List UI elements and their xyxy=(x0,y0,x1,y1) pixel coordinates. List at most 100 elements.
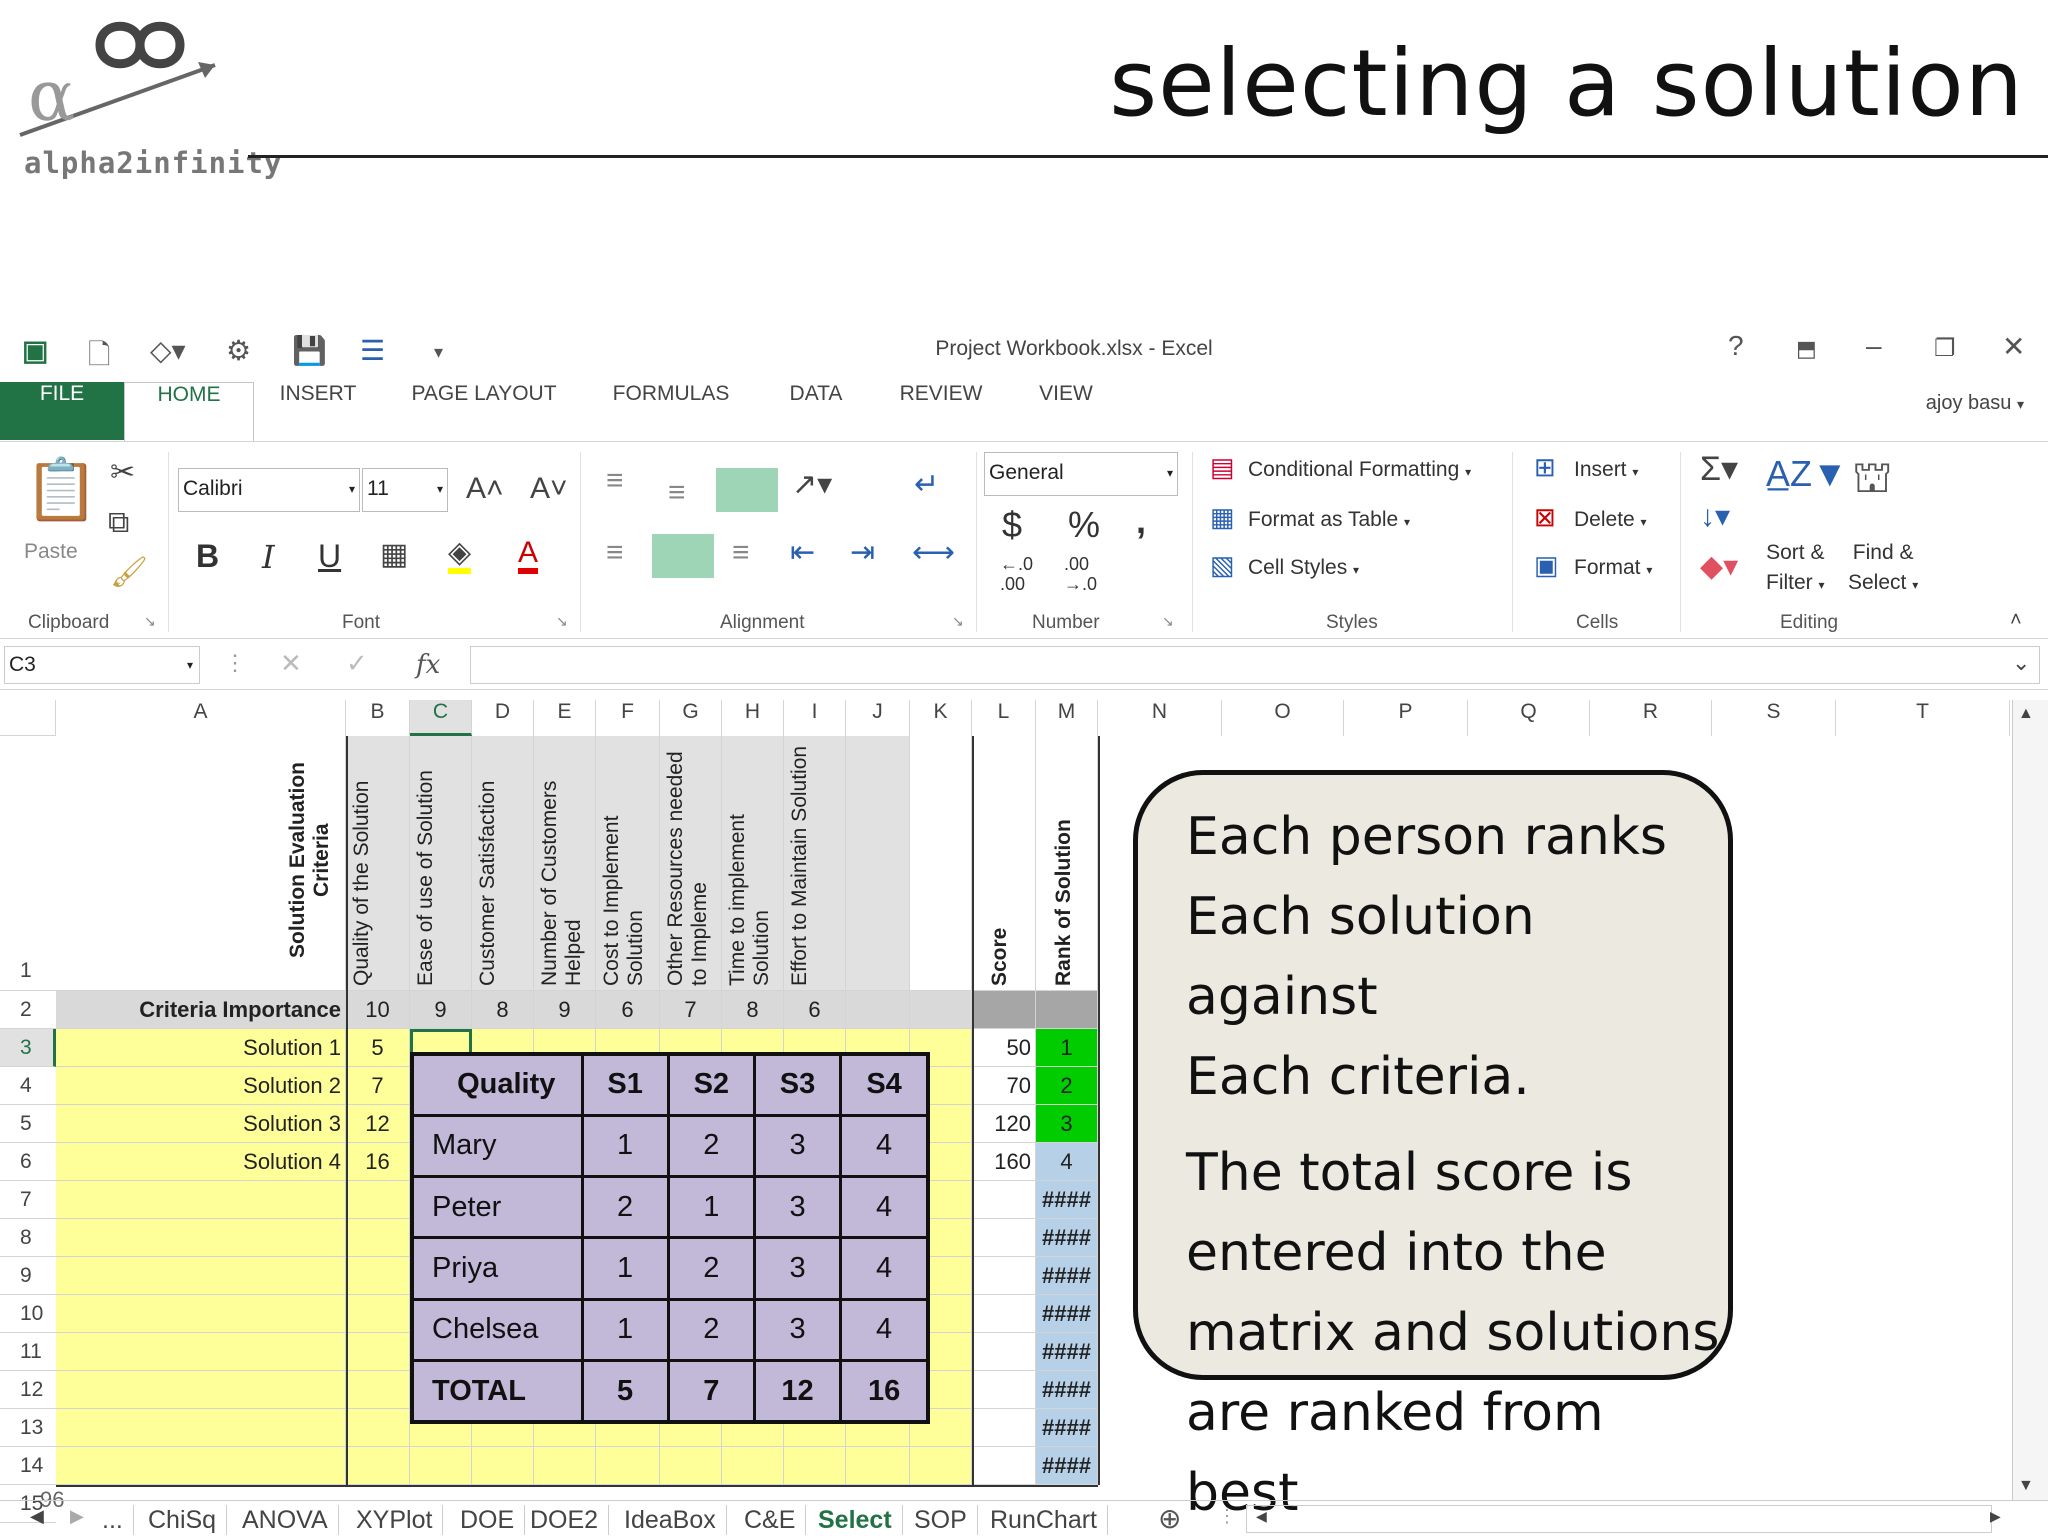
number-format-select[interactable]: General ▾ xyxy=(984,452,1178,496)
cell-k1[interactable] xyxy=(910,736,972,991)
solution-rank[interactable]: 1 xyxy=(1036,1029,1098,1067)
ribbon-display-icon[interactable]: ⬒ xyxy=(1796,336,1817,362)
importance-value[interactable]: 10 xyxy=(346,991,410,1029)
align-left-icon[interactable]: ≡ xyxy=(606,538,624,568)
close-icon[interactable]: ✕ xyxy=(2002,330,2025,363)
cell-a7[interactable] xyxy=(56,1181,346,1219)
delete-cells-button[interactable]: Delete ▾ xyxy=(1574,508,1647,532)
criteria-header-1[interactable]: Quality of the Solution xyxy=(346,736,410,991)
solution-quality-value[interactable]: 16 xyxy=(346,1143,410,1181)
cell-b12[interactable] xyxy=(346,1371,410,1409)
sheet-tab-chisq[interactable]: ChiSq xyxy=(138,1505,228,1535)
fill-color-icon[interactable]: ◈ xyxy=(448,538,472,574)
criteria-importance-label[interactable]: Criteria Importance xyxy=(56,991,346,1029)
increase-decimal-button[interactable]: ←.0.00 xyxy=(1000,554,1033,594)
cell-l10[interactable] xyxy=(972,1295,1036,1333)
column-header-j[interactable]: J xyxy=(846,700,910,736)
find-select-button[interactable]: Find & Select ▾ xyxy=(1848,538,1918,600)
cell-b14[interactable] xyxy=(346,1447,410,1485)
paste-label[interactable]: Paste xyxy=(24,540,78,564)
cell-j1[interactable] xyxy=(846,736,910,991)
cell-l7[interactable] xyxy=(972,1181,1036,1219)
font-color-icon[interactable]: A xyxy=(518,538,539,574)
conditional-formatting-button[interactable]: Conditional Formatting ▾ xyxy=(1248,458,1471,482)
row-header-12[interactable]: 12 xyxy=(0,1371,56,1409)
column-header-m[interactable]: M xyxy=(1036,700,1098,736)
rank-overflow-cell[interactable]: #### xyxy=(1036,1181,1098,1219)
sheet-tab-anova[interactable]: ANOVA xyxy=(232,1505,339,1535)
scroll-down-icon[interactable]: ▼ xyxy=(2018,1478,2034,1494)
scroll-right-icon[interactable]: ▶ xyxy=(1990,1509,2001,1523)
expand-formula-bar-icon[interactable]: ⌄ xyxy=(2012,652,2030,674)
column-header-o[interactable]: O xyxy=(1222,700,1344,736)
column-header-s[interactable]: S xyxy=(1712,700,1836,736)
cell-a8[interactable] xyxy=(56,1219,346,1257)
borders-icon[interactable]: ▦ xyxy=(380,540,408,570)
font-name-select[interactable]: Calibri ▾ xyxy=(178,468,360,512)
format-as-table-button[interactable]: Format as Table ▾ xyxy=(1248,508,1410,532)
column-header-f[interactable]: F xyxy=(596,700,660,736)
clipboard-launcher-icon[interactable]: ↘ xyxy=(144,614,156,628)
solution-score[interactable]: 160 xyxy=(972,1143,1036,1181)
importance-value[interactable]: 9 xyxy=(534,991,596,1029)
decrease-decimal-button[interactable]: .00 →.0 xyxy=(1064,554,1097,594)
criteria-header-5[interactable]: Cost to Implement Solution xyxy=(596,736,660,991)
sheet-tab-runchart[interactable]: RunChart xyxy=(980,1505,1108,1535)
row-header-2[interactable]: 2 xyxy=(0,991,56,1029)
sheet-tab-doe[interactable]: DOE xyxy=(450,1505,526,1535)
currency-button[interactable]: $ xyxy=(1002,504,1022,546)
cell-m2[interactable] xyxy=(1036,991,1098,1029)
row-header-3[interactable]: 3 xyxy=(0,1029,56,1067)
column-header-l[interactable]: L xyxy=(972,700,1036,736)
tab-file[interactable]: FILE xyxy=(0,382,124,440)
cell-l11[interactable] xyxy=(972,1333,1036,1371)
cell-a9[interactable] xyxy=(56,1257,346,1295)
cell-a12[interactable] xyxy=(56,1371,346,1409)
solution-label[interactable]: Solution 1 xyxy=(56,1029,346,1067)
importance-value[interactable]: 9 xyxy=(410,991,472,1029)
solution-rank[interactable]: 3 xyxy=(1036,1105,1098,1143)
criteria-header-4[interactable]: Number of Customers Helped xyxy=(534,736,596,991)
row-header-1[interactable]: 1 xyxy=(0,736,56,991)
solution-rank[interactable]: 4 xyxy=(1036,1143,1098,1181)
solution-score[interactable]: 50 xyxy=(972,1029,1036,1067)
font-size-select[interactable]: 11 ▾ xyxy=(362,468,448,512)
more-sheets-button[interactable]: ... xyxy=(92,1505,134,1535)
paste-icon[interactable]: 📋 xyxy=(24,460,99,520)
criteria-header-3[interactable]: Customer Satisfaction xyxy=(472,736,534,991)
user-account[interactable]: ajoy basu ▾ xyxy=(1926,392,2024,415)
importance-value[interactable]: 6 xyxy=(784,991,846,1029)
vertical-scrollbar[interactable] xyxy=(2012,700,2048,1500)
horizontal-scrollbar[interactable] xyxy=(1246,1505,1992,1533)
cell-e14[interactable] xyxy=(534,1447,596,1485)
row-header-6[interactable]: 6 xyxy=(0,1143,56,1181)
solution-quality-value[interactable]: 7 xyxy=(346,1067,410,1105)
rank-overflow-cell[interactable]: #### xyxy=(1036,1333,1098,1371)
row-header-8[interactable]: 8 xyxy=(0,1219,56,1257)
column-header-d[interactable]: D xyxy=(472,700,534,736)
column-header-i[interactable]: I xyxy=(784,700,846,736)
solution-quality-value[interactable]: 5 xyxy=(346,1029,410,1067)
format-painter-icon[interactable]: 🖌 xyxy=(110,558,148,588)
column-header-r[interactable]: R xyxy=(1590,700,1712,736)
row-header-10[interactable]: 10 xyxy=(0,1295,56,1333)
help-icon[interactable]: ? xyxy=(1728,330,1744,362)
column-header-q[interactable]: Q xyxy=(1468,700,1590,736)
row-header-13[interactable]: 13 xyxy=(0,1409,56,1447)
number-launcher-icon[interactable]: ↘ xyxy=(1162,614,1174,628)
column-header-e[interactable]: E xyxy=(534,700,596,736)
column-header-p[interactable]: P xyxy=(1344,700,1468,736)
cell-d14[interactable] xyxy=(472,1447,534,1485)
scroll-left-icon[interactable]: ◀ xyxy=(1256,1509,1267,1523)
cell-b11[interactable] xyxy=(346,1333,410,1371)
underline-button[interactable]: U xyxy=(318,538,341,575)
cell-k14[interactable] xyxy=(910,1447,972,1485)
cell-c14[interactable] xyxy=(410,1447,472,1485)
format-cells-button[interactable]: Format ▾ xyxy=(1574,556,1652,580)
increase-indent-icon[interactable]: ⇥ xyxy=(850,538,875,568)
cell-a14[interactable] xyxy=(56,1447,346,1485)
tab-data[interactable]: DATA xyxy=(770,382,862,440)
sheet-tab-ideabox[interactable]: IdeaBox xyxy=(614,1505,727,1535)
minimize-icon[interactable]: – xyxy=(1866,330,1882,362)
cell-l8[interactable] xyxy=(972,1219,1036,1257)
